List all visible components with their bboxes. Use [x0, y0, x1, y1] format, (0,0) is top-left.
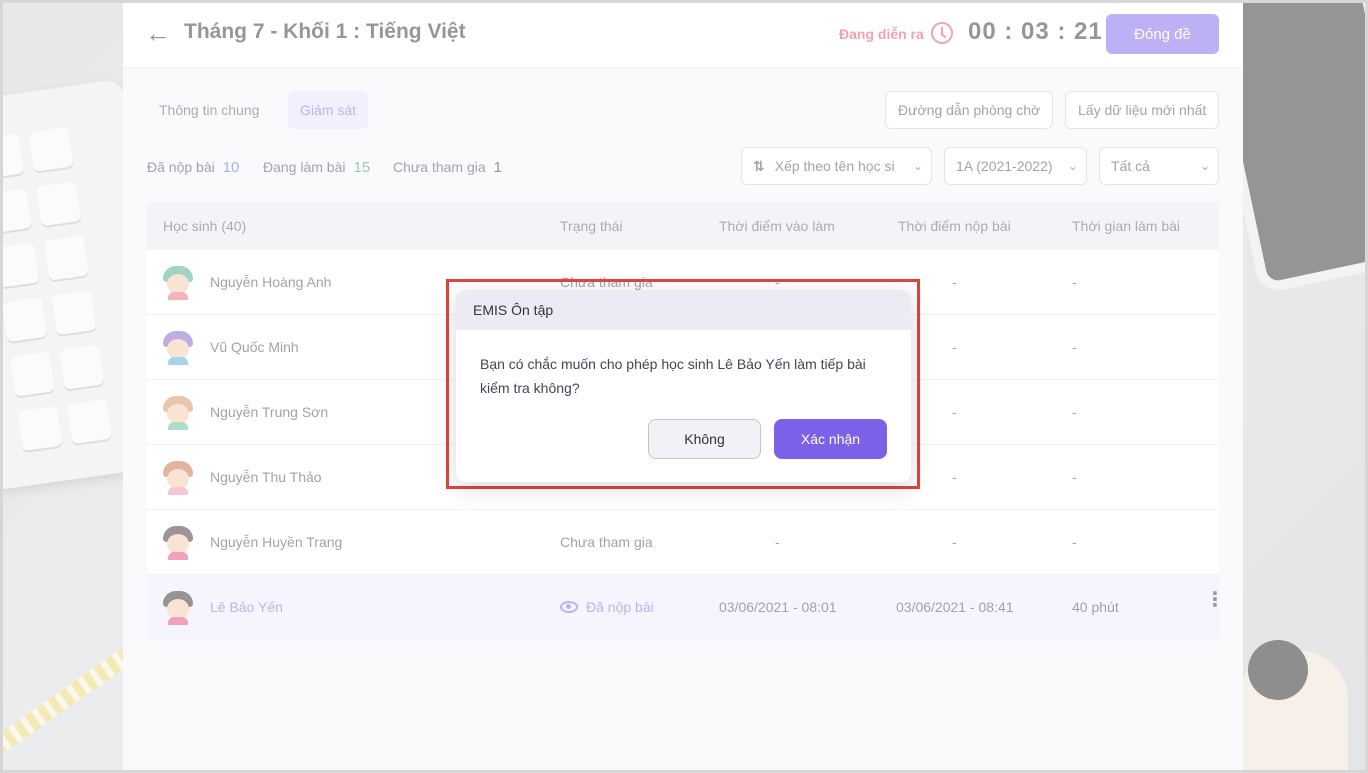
dialog-title: EMIS Ôn tập — [456, 290, 911, 330]
confirm-dialog: EMIS Ôn tập Bạn có chắc muốn cho phép họ… — [456, 290, 911, 482]
confirm-button[interactable]: Xác nhận — [774, 419, 887, 459]
cancel-button[interactable]: Không — [648, 419, 761, 459]
dialog-message: Bạn có chắc muốn cho phép học sinh Lê Bả… — [480, 356, 866, 396]
